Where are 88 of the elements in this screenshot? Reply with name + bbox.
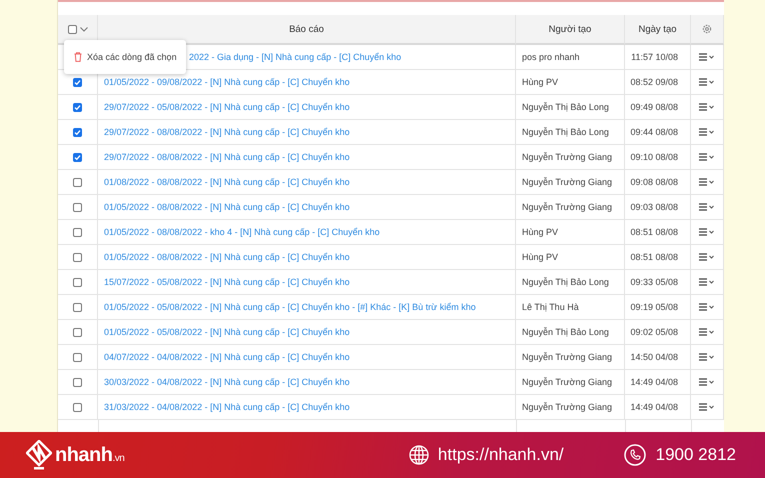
- table-cell: 09:03 08/08: [630, 202, 678, 212]
- report-link[interactable]: 29/07/2022 - 08/08/2022 - [N] Nhà cung cấp - [C] Chuyển kho: [104, 127, 350, 137]
- table-cell: 09:08 08/08: [630, 177, 678, 187]
- table-cell: Hùng PV: [522, 252, 558, 262]
- menu-dropdown-icon[interactable]: [699, 303, 715, 311]
- checkbox[interactable]: [73, 278, 82, 286]
- menu-dropdown-icon[interactable]: [699, 353, 715, 361]
- checkbox[interactable]: [73, 302, 82, 312]
- table-cell: Nguyễn Trường Giang: [522, 402, 612, 412]
- menu-dropdown-icon[interactable]: [699, 203, 715, 211]
- report-link[interactable]: 01/08/2022 - 08/08/2022 - [N] Nhà cung cấp - [C] Chuyển kho: [104, 177, 350, 187]
- report-link[interactable]: 01/05/2022 - 05/08/2022 - [N] Nhà cung cấp - [C] Chuyển kho - [#] Khác - [K] Bù trừ kiểm kho: [104, 302, 476, 312]
- checkbox[interactable]: [73, 202, 82, 212]
- table-cell: 09:19 05/08: [630, 302, 678, 312]
- menu-dropdown-icon[interactable]: [699, 378, 715, 386]
- table-cell: 08:51 08/08: [630, 252, 678, 262]
- checkbox[interactable]: [73, 102, 82, 112]
- column-header: Ngày tạo: [638, 24, 677, 34]
- menu-dropdown-icon[interactable]: [699, 278, 715, 286]
- checkbox[interactable]: [73, 178, 82, 186]
- table-cell: 14:49 04/08: [630, 377, 678, 387]
- chevron-down-icon[interactable]: [80, 26, 88, 32]
- menu-dropdown-icon[interactable]: [699, 128, 715, 136]
- table-cell: 08:51 08/08: [630, 227, 678, 237]
- report-link[interactable]: 2022 - Gia dụng - [N] Nhà cung cấp - [C] Chuyển kho: [189, 52, 402, 62]
- checkbox[interactable]: [73, 402, 82, 412]
- table-cell: Hùng PV: [522, 227, 558, 237]
- table-cell: Nguyễn Trường Giang: [522, 202, 612, 212]
- table-cell: 08:52 09/08: [630, 77, 678, 87]
- brand-name: nhanh.vn: [55, 444, 124, 466]
- column-header: Báo cáo: [289, 24, 324, 34]
- table-cell: Nguyễn Thị Bảo Long: [522, 127, 609, 137]
- table-cell: Nguyễn Thị Bảo Long: [522, 277, 609, 287]
- table-cell: Nguyễn Trường Giang: [522, 352, 612, 362]
- checkbox[interactable]: [73, 352, 82, 362]
- report-link[interactable]: 29/07/2022 - 08/08/2022 - [N] Nhà cung cấp - [C] Chuyển kho: [104, 152, 350, 162]
- report-link[interactable]: 29/07/2022 - 05/08/2022 - [N] Nhà cung cấp - [C] Chuyển kho: [104, 102, 350, 112]
- phone-number: 1900 2812: [656, 445, 736, 465]
- checkbox[interactable]: [68, 24, 76, 34]
- table-cell: Hùng PV: [522, 77, 558, 87]
- checkbox[interactable]: [73, 252, 82, 262]
- menu-dropdown-icon[interactable]: [699, 178, 715, 186]
- checkbox[interactable]: [73, 228, 82, 236]
- menu-item[interactable]: Xóa các dòng đã chọn: [87, 52, 177, 62]
- report-link[interactable]: 01/05/2022 - 09/08/2022 - [N] Nhà cung cấp - [C] Chuyển kho: [104, 77, 350, 87]
- table-cell: Nguyễn Trường Giang: [522, 377, 612, 387]
- table-cell: Nguyễn Thị Bảo Long: [522, 102, 609, 112]
- report-link[interactable]: 31/03/2022 - 04/08/2022 - [N] Nhà cung cấp - [C] Chuyển kho: [104, 402, 350, 412]
- report-link[interactable]: 01/05/2022 - 05/08/2022 - [N] Nhà cung cấp - [C] Chuyển kho: [104, 327, 350, 337]
- checkbox[interactable]: [73, 78, 82, 86]
- table-cell: 09:33 05/08: [630, 277, 678, 287]
- globe-icon: [408, 445, 429, 465]
- report-link[interactable]: 01/05/2022 - 08/08/2022 - [N] Nhà cung cấp - [C] Chuyển kho: [104, 202, 350, 212]
- table-cell: 09:10 08/08: [630, 152, 678, 162]
- checkbox[interactable]: [73, 152, 82, 162]
- menu-dropdown-icon[interactable]: [699, 403, 715, 411]
- report-link[interactable]: 15/07/2022 - 05/08/2022 - [N] Nhà cung cấp - [C] Chuyển kho: [104, 277, 350, 287]
- settings-icon[interactable]: [702, 24, 712, 34]
- menu-dropdown-icon[interactable]: [699, 153, 715, 161]
- logo-icon: [26, 440, 52, 470]
- table-cell: 14:50 04/08: [630, 352, 678, 362]
- report-link[interactable]: 04/07/2022 - 04/08/2022 - [N] Nhà cung cấp - [C] Chuyển kho: [104, 352, 350, 362]
- table-cell: 09:02 05/08: [630, 327, 678, 337]
- report-link[interactable]: 01/05/2022 - 08/08/2022 - kho 4 - [N] Nhà cung cấp - [C] Chuyển kho: [104, 227, 380, 237]
- table-cell: pos pro nhanh: [522, 52, 580, 62]
- column-header: Người tạo: [548, 24, 592, 34]
- table-cell: 11:57 10/08: [631, 52, 678, 62]
- phone-icon: [624, 444, 646, 466]
- checkbox[interactable]: [73, 128, 82, 136]
- report-link[interactable]: 30/03/2022 - 04/08/2022 - [N] Nhà cung cấp - [C] Chuyển kho: [104, 377, 350, 387]
- table-cell: 09:44 08/08: [630, 127, 678, 137]
- menu-dropdown-icon[interactable]: [699, 103, 715, 111]
- menu-dropdown-icon[interactable]: [699, 328, 715, 336]
- trash-icon: [74, 52, 82, 62]
- table-cell: Nguyễn Thị Bảo Long: [522, 327, 609, 337]
- table-cell: Lê Thị Thu Hà: [522, 302, 579, 312]
- table-cell: 14:49 04/08: [630, 402, 678, 412]
- table-cell: 09:49 08/08: [630, 102, 678, 112]
- menu-dropdown-icon[interactable]: [699, 78, 715, 86]
- checkbox[interactable]: [73, 328, 82, 336]
- table-cell: Nguyễn Trường Giang: [522, 177, 612, 187]
- menu-dropdown-icon[interactable]: [699, 53, 715, 61]
- website-link[interactable]: https://nhanh.vn/: [438, 445, 564, 465]
- checkbox[interactable]: [73, 378, 82, 386]
- report-link[interactable]: 01/05/2022 - 08/08/2022 - [N] Nhà cung cấp - [C] Chuyển kho: [104, 252, 350, 262]
- menu-dropdown-icon[interactable]: [699, 228, 715, 236]
- menu-dropdown-icon[interactable]: [699, 253, 715, 261]
- table-cell: Nguyễn Trường Giang: [522, 152, 612, 162]
